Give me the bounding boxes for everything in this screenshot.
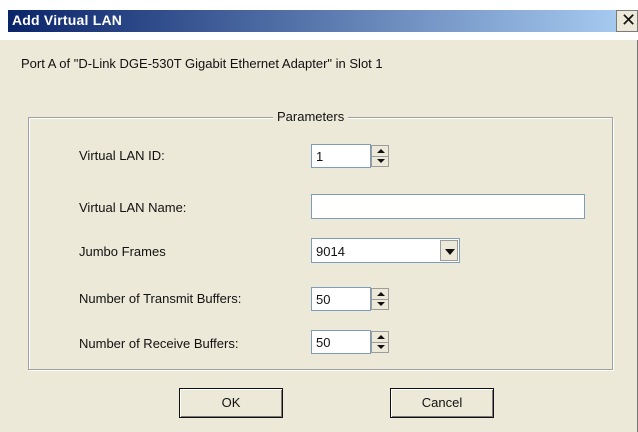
spin-down-icon — [377, 345, 385, 349]
virtual-lan-name-input[interactable] — [311, 194, 585, 219]
transmit-buffers-label: Number of Transmit Buffers: — [79, 291, 242, 306]
transmit-buffers-input[interactable]: 50 — [311, 287, 371, 311]
spin-up-icon — [377, 292, 385, 296]
close-icon: ✕ — [621, 10, 637, 31]
port-description: Port A of "D-Link DGE-530T Gigabit Ether… — [21, 56, 383, 71]
virtual-lan-id-input[interactable]: 1 — [311, 144, 371, 168]
spin-down-button[interactable] — [372, 156, 388, 166]
virtual-lan-id-label: Virtual LAN ID: — [79, 148, 165, 163]
spin-down-button[interactable] — [372, 299, 388, 309]
parameters-group-label: Parameters — [273, 109, 349, 124]
window-title: Add Virtual LAN — [12, 12, 123, 28]
receive-buffers-input[interactable]: 50 — [311, 330, 371, 354]
transmit-buffers-spinner[interactable] — [371, 288, 389, 310]
jumbo-frames-dropdown-button[interactable] — [440, 240, 458, 261]
close-button[interactable]: ✕ — [616, 10, 638, 32]
ok-button[interactable]: OK — [179, 388, 283, 418]
title-bar: Add Virtual LAN ✕ — [0, 0, 638, 40]
cancel-button[interactable]: Cancel — [390, 388, 494, 418]
virtual-lan-id-spinner[interactable] — [371, 145, 389, 167]
spin-down-icon — [377, 302, 385, 306]
receive-buffers-label: Number of Receive Buffers: — [79, 336, 239, 351]
spin-up-icon — [377, 149, 385, 153]
chevron-down-icon — [445, 249, 455, 255]
jumbo-frames-value: 9014 — [316, 244, 345, 259]
receive-buffers-spinner[interactable] — [371, 331, 389, 353]
spin-down-icon — [377, 159, 385, 163]
spin-down-button[interactable] — [372, 342, 388, 352]
spin-up-icon — [377, 335, 385, 339]
add-virtual-lan-dialog: Add Virtual LAN ✕ Port A of "D-Link DGE-… — [0, 0, 638, 432]
jumbo-frames-label: Jumbo Frames — [79, 244, 166, 259]
virtual-lan-name-label: Virtual LAN Name: — [79, 200, 187, 215]
jumbo-frames-select[interactable]: 9014 — [311, 238, 460, 263]
